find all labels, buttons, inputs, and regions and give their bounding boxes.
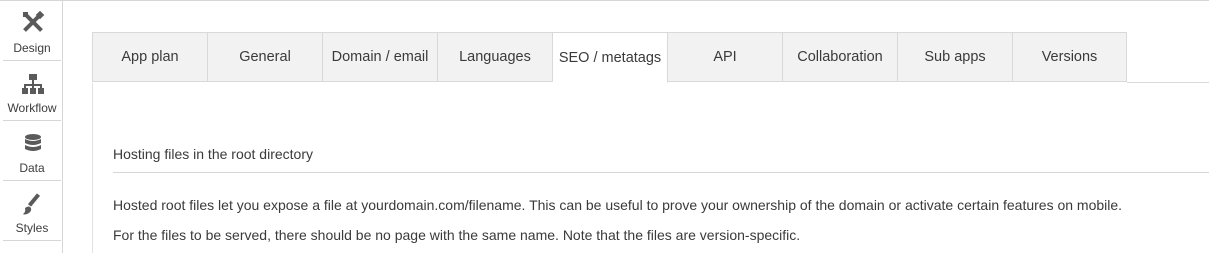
tab-collaboration[interactable]: Collaboration	[783, 32, 898, 82]
tab-label: Languages	[459, 49, 531, 65]
top-divider	[0, 0, 1209, 1]
left-sidebar: Design Workflow Data Styles	[0, 1, 63, 253]
tab-label: Versions	[1041, 49, 1098, 65]
section-title: Hosting files in the root directory	[113, 146, 313, 162]
tab-app-plan[interactable]: App plan	[92, 32, 208, 82]
tab-languages[interactable]: Languages	[438, 32, 553, 82]
content-left-border	[92, 83, 93, 253]
tab-label: Domain / email	[331, 49, 429, 65]
tab-domain-email[interactable]: Domain / email	[323, 32, 438, 82]
tab-seo-metatags[interactable]: SEO / metatags	[553, 32, 668, 83]
tab-sub-apps[interactable]: Sub apps	[898, 32, 1013, 82]
sidebar-item-design[interactable]: Design	[3, 1, 61, 61]
sidebar-item-styles[interactable]: Styles	[3, 181, 61, 241]
sidebar-item-label: Workflow	[7, 101, 57, 115]
tab-api[interactable]: API	[668, 32, 783, 82]
sidebar-item-label: Data	[19, 161, 45, 175]
database-icon	[25, 134, 41, 151]
tab-general[interactable]: General	[208, 32, 323, 82]
section-description-line-2: For the files to be served, there should…	[113, 227, 801, 243]
tab-label: Sub apps	[924, 49, 986, 65]
workflow-icon	[22, 74, 44, 94]
tab-label: Collaboration	[797, 49, 883, 65]
tab-label: App plan	[121, 49, 179, 65]
paintbrush-icon	[23, 193, 41, 215]
section-divider	[113, 172, 1209, 173]
sidebar-item-label: Styles	[15, 221, 49, 235]
sidebar-item-workflow[interactable]: Workflow	[3, 61, 61, 121]
tab-versions[interactable]: Versions	[1013, 32, 1127, 82]
tab-bar-baseline	[1127, 82, 1209, 83]
sidebar-item-data[interactable]: Data	[3, 121, 61, 181]
tab-label: API	[713, 49, 737, 65]
section-description-line-1: Hosted root files let you expose a file …	[113, 197, 1123, 213]
sidebar-item-label: Design	[13, 41, 51, 55]
tab-label: SEO / metatags	[558, 49, 662, 66]
tab-label: General	[239, 49, 291, 65]
design-tools-icon	[23, 11, 44, 32]
